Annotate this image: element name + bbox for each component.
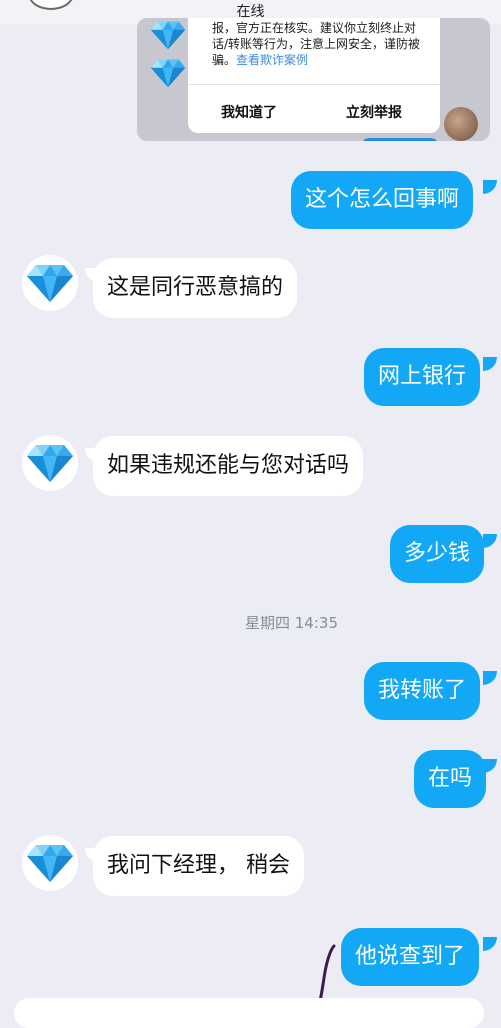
bubble-tail (483, 937, 497, 951)
message-text: 如果违规还能与您对话吗 (107, 453, 350, 478)
timestamp: 星期四 14:35 (245, 614, 338, 632)
diamond-icon (26, 263, 74, 303)
contact-avatar[interactable] (22, 255, 78, 311)
message-text: 我转账了 (378, 678, 467, 703)
message-bubble-outgoing (360, 138, 440, 141)
bubble-tail (483, 759, 497, 773)
message-text: 我问下经理， 稍会 (107, 853, 290, 878)
back-button[interactable] (28, 0, 74, 10)
report-button[interactable]: 立刻举报 (346, 102, 402, 122)
message-bubble-incoming[interactable]: 我问下经理， 稍会 (93, 836, 304, 896)
bubble-tail (483, 534, 497, 548)
message-text: 多少钱 (404, 541, 471, 566)
message-text: 这是同行恶意搞的 (107, 275, 284, 300)
acknowledge-button[interactable]: 我知道了 (221, 102, 277, 122)
message-text: 这个怎么回事啊 (305, 187, 460, 212)
message-text: 在吗 (428, 766, 473, 791)
message-bubble-outgoing[interactable]: 他说查到了 (341, 928, 480, 986)
message-input-bar[interactable] (14, 998, 484, 1028)
diamond-icon (149, 58, 187, 88)
message-text: 他说查到了 (355, 944, 466, 969)
divider (188, 84, 440, 85)
warning-text: 报，官方正在核实。建议你立刻终止对话/转账等行为，注意上网安全，谨防被骗。查看欺… (212, 20, 424, 68)
bubble-tail (483, 357, 497, 371)
message-bubble-outgoing[interactable]: 多少钱 (390, 525, 485, 583)
diamond-icon (26, 443, 74, 483)
diamond-icon (26, 843, 74, 883)
bubble-tail (483, 671, 497, 685)
message-bubble-outgoing[interactable]: 我转账了 (364, 662, 481, 720)
fraud-warning-dialog: 报，官方正在核实。建议你立刻终止对话/转账等行为，注意上网安全，谨防被骗。查看欺… (188, 18, 440, 133)
bubble-tail (483, 180, 497, 194)
contact-avatar[interactable] (22, 435, 78, 491)
contact-avatar[interactable] (22, 835, 78, 891)
message-text: 网上银行 (378, 364, 467, 389)
message-bubble-outgoing[interactable]: 网上银行 (364, 348, 481, 406)
message-bubble-incoming[interactable]: 如果违规还能与您对话吗 (93, 436, 364, 496)
message-bubble-incoming[interactable]: 这是同行恶意搞的 (93, 258, 298, 318)
avatar (444, 107, 478, 141)
message-bubble-outgoing[interactable]: 这个怎么回事啊 (291, 171, 474, 229)
diamond-icon (149, 20, 187, 50)
message-bubble-outgoing[interactable]: 在吗 (414, 750, 487, 808)
fraud-cases-link[interactable]: 查看欺诈案例 (236, 53, 308, 67)
